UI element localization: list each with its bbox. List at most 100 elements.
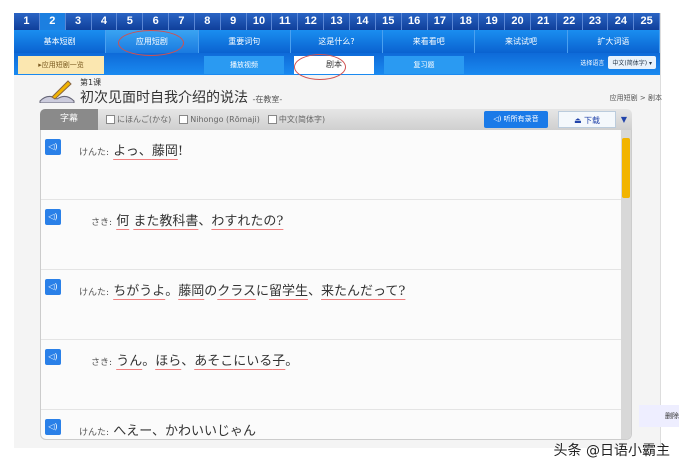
line-segment: 子 bbox=[272, 354, 286, 369]
lesson-number-6[interactable]: 6 bbox=[143, 13, 170, 30]
speaker-play-icon[interactable]: ◁) bbox=[45, 349, 61, 365]
tab-3[interactable]: 这是什么? bbox=[291, 30, 384, 53]
tab-5[interactable]: 来试试吧 bbox=[475, 30, 568, 53]
script-line: ◁) けんた: ちがうよ。藤岡のクラスに留学生、来たんだって? bbox=[41, 270, 621, 340]
speaker-name: けんた: bbox=[79, 428, 110, 438]
line-segment: 来たんだって? bbox=[321, 284, 406, 299]
lesson-number-25[interactable]: 25 bbox=[634, 13, 661, 30]
lesson-number-21[interactable]: 21 bbox=[531, 13, 557, 30]
speaker-name: さき: bbox=[91, 358, 113, 368]
speaker-play-icon[interactable]: ◁) bbox=[45, 279, 61, 295]
script-line: ◁) さき: 何 また教科書、わすれたの? bbox=[41, 200, 621, 270]
lesson-number-20[interactable]: 20 bbox=[505, 13, 531, 30]
script-toolbar: 字幕 にほんご(かな) Nihongo (Rōmaji) 中文(简体字) ◁) … bbox=[40, 109, 632, 130]
lesson-number-18[interactable]: 18 bbox=[453, 13, 480, 30]
tab-play-video[interactable]: 播放视频 bbox=[204, 56, 284, 74]
speaker-play-icon[interactable]: ◁) bbox=[45, 209, 61, 225]
subtitle-label: 字幕 bbox=[40, 109, 98, 130]
lesson-number-19[interactable]: 19 bbox=[479, 13, 506, 30]
page-title: 初次见面时自我介绍的说法 -在教室- bbox=[80, 87, 282, 107]
title-text: 初次见面时自我介绍的说法 bbox=[80, 90, 248, 106]
sub-tabs: ▸应用短剧一览 播放视频 剧本 复习题 选择语言 中文(简体字) ▾ bbox=[14, 53, 660, 80]
lesson-number-10[interactable]: 10 bbox=[247, 13, 273, 30]
line-segment: 。 bbox=[285, 354, 299, 369]
lesson-number-13[interactable]: 13 bbox=[324, 13, 350, 30]
speaker-name: けんた: bbox=[79, 288, 110, 298]
lesson-number-1[interactable]: 1 bbox=[14, 13, 40, 30]
line-text: けんた: ちがうよ。藤岡のクラスに留学生、来たんだって? bbox=[79, 280, 405, 299]
lesson-number-11[interactable]: 11 bbox=[272, 13, 299, 30]
line-segment: クラス bbox=[217, 284, 256, 299]
lesson-number-bar: 1 2 3 4 5 6 7 8 9 10 11 12 13 14 15 16 17 18 19 20 21 22 23 24 2… bbox=[14, 13, 661, 30]
line-segment: 。 bbox=[165, 284, 179, 299]
line-segment: よっ、 bbox=[113, 144, 152, 159]
lesson-number-9[interactable]: 9 bbox=[221, 13, 247, 30]
delete-button[interactable]: 删除 bbox=[639, 405, 679, 427]
lesson-number-16[interactable]: 16 bbox=[402, 13, 428, 30]
speaker-name: けんた: bbox=[79, 148, 110, 158]
lesson-number-7[interactable]: 7 bbox=[169, 13, 195, 30]
annotation-circle bbox=[118, 30, 184, 56]
language-label: 选择语言 bbox=[580, 60, 605, 67]
speaker-play-icon[interactable]: ◁) bbox=[45, 139, 61, 155]
line-segment: ! bbox=[177, 144, 184, 159]
scrollbar-thumb[interactable] bbox=[622, 138, 630, 198]
line-segment: わすれたの? bbox=[211, 214, 284, 229]
breadcrumb[interactable]: 应用短剧 > 剧本 bbox=[610, 93, 662, 103]
line-segment: 留学生 bbox=[269, 284, 309, 299]
tab-4[interactable]: 来看看吧 bbox=[383, 30, 476, 53]
tab-2[interactable]: 重要词句 bbox=[199, 30, 291, 53]
line-segment: へえー、かわいいじゃん bbox=[113, 424, 257, 439]
line-text: けんた: よっ、藤岡! bbox=[79, 140, 183, 159]
line-text: さき: うん。ほら、あそこにいる子。 bbox=[91, 350, 298, 369]
speaker-play-icon[interactable]: ◁) bbox=[45, 419, 61, 435]
lesson-number-14[interactable]: 14 bbox=[350, 13, 376, 30]
book-pencil-icon bbox=[39, 80, 75, 103]
lesson-header: 第1课 初次见面时自我介绍的说法 -在教室- 应用短剧 > 剧本 bbox=[38, 75, 662, 109]
listen-all-button[interactable]: ◁) 听所有录音 bbox=[484, 111, 548, 128]
lesson-number-2[interactable]: 2 bbox=[39, 13, 66, 30]
line-segment: ほら bbox=[155, 354, 182, 369]
script-line: ◁) けんた: よっ、藤岡! bbox=[41, 130, 621, 200]
line-text: さき: 何 また教科書、わすれたの? bbox=[91, 210, 283, 229]
line-text: けんた: へえー、かわいいじゃん bbox=[79, 420, 256, 439]
line-segment: の bbox=[204, 284, 218, 299]
lesson-number-23[interactable]: 23 bbox=[583, 13, 609, 30]
tab-6[interactable]: 扩大词语 bbox=[568, 30, 660, 53]
speaker-name: さき: bbox=[91, 218, 113, 228]
watermark: 头条 @日语小霸主 bbox=[553, 443, 670, 459]
download-dropdown-icon[interactable]: ▼ bbox=[618, 111, 630, 128]
line-segment: にいる bbox=[233, 354, 273, 369]
tab-0[interactable]: 基本短剧 bbox=[14, 30, 107, 53]
romaji-checkbox[interactable]: Nihongo (Rōmaji) bbox=[179, 115, 260, 124]
lesson-number-8[interactable]: 8 bbox=[195, 13, 221, 30]
line-segment: 、 bbox=[198, 214, 212, 229]
tab-practice[interactable]: 复习题 bbox=[384, 56, 464, 74]
lesson-number-15[interactable]: 15 bbox=[376, 13, 402, 30]
drama-list-button[interactable]: ▸应用短剧一览 bbox=[18, 56, 104, 74]
lesson-number-5[interactable]: 5 bbox=[117, 13, 144, 30]
title-subtitle: -在教室- bbox=[252, 95, 283, 104]
script-line: ◁) けんた: へえー、かわいいじゃん bbox=[41, 410, 621, 439]
chinese-checkbox[interactable]: 中文(简体字) bbox=[267, 114, 325, 125]
lesson-number-4[interactable]: 4 bbox=[92, 13, 118, 30]
line-segment: 何 bbox=[116, 214, 130, 229]
language-value: 中文(简体字) bbox=[612, 60, 648, 67]
line-segment: に bbox=[256, 284, 270, 299]
line-segment: 。 bbox=[142, 354, 156, 369]
language-selector[interactable]: 选择语言 中文(简体字) ▾ bbox=[580, 56, 656, 69]
lesson-number-24[interactable]: 24 bbox=[608, 13, 635, 30]
scrollbar[interactable] bbox=[621, 130, 631, 439]
line-segment: 藤岡 bbox=[178, 284, 205, 299]
lesson-number-3[interactable]: 3 bbox=[66, 13, 92, 30]
download-button[interactable]: ⏏ 下载 bbox=[558, 111, 616, 128]
lesson-number-12[interactable]: 12 bbox=[298, 13, 325, 30]
line-segment: 藤岡 bbox=[151, 144, 178, 159]
line-segment: うん bbox=[116, 354, 143, 369]
line-segment: あそこ bbox=[194, 354, 234, 369]
app-window: 1 2 3 4 5 6 7 8 9 10 11 12 13 14 15 16 17 18 19 20 21 22 23 24 2… bbox=[14, 13, 679, 448]
language-select[interactable]: 中文(简体字) ▾ bbox=[608, 56, 656, 69]
kana-checkbox[interactable]: にほんご(かな) bbox=[106, 114, 171, 125]
lesson-number-22[interactable]: 22 bbox=[557, 13, 583, 30]
lesson-number-17[interactable]: 17 bbox=[428, 13, 454, 30]
